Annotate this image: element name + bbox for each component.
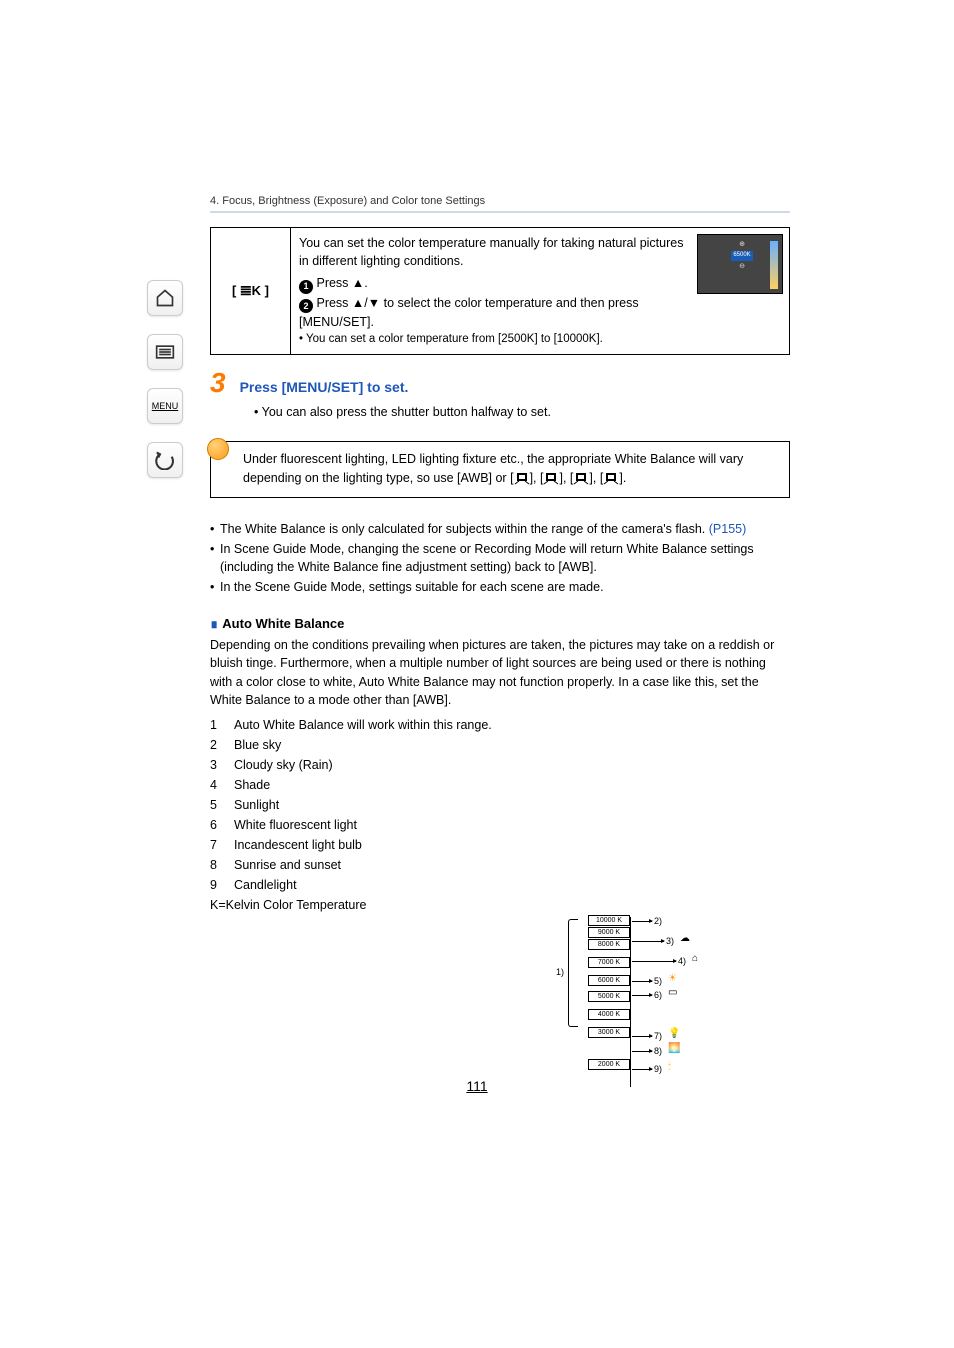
- sunrise-icon: 🌅: [668, 1043, 680, 1054]
- list-item: 6White fluorescent light: [210, 815, 790, 835]
- step-3: 3 Press [MENU/SET] to set.: [210, 369, 790, 397]
- sidebar: MENU: [145, 280, 185, 478]
- page-number[interactable]: 111: [466, 1078, 487, 1094]
- tip-lightbulb-icon: [207, 438, 229, 460]
- list-item: 9Candlelight: [210, 875, 790, 895]
- diagram-label: 2): [654, 916, 662, 926]
- list-item: 4Shade: [210, 775, 790, 795]
- list-item: 7Incandescent light bulb: [210, 835, 790, 855]
- substep-1-icon: 1: [299, 280, 313, 294]
- list-item: 1Auto White Balance will work within thi…: [210, 715, 790, 735]
- awb-legend-list: 1Auto White Balance will work within thi…: [210, 715, 790, 915]
- candle-icon: 🕯: [668, 1061, 671, 1072]
- diagram-label: 9): [654, 1064, 662, 1074]
- tick-label: 8000 K: [588, 939, 630, 950]
- list-item: In Scene Guide Mode, changing the scene …: [210, 540, 790, 576]
- shade-icon: ⌂: [692, 953, 698, 964]
- sun-icon: ☀: [668, 973, 677, 984]
- awb-heading: ∎Auto White Balance: [210, 616, 790, 632]
- table-row: [ 𝌆K ] ⊕ 6500K ⊖ You can set the color t…: [211, 228, 790, 355]
- wb-preset-icon: [543, 472, 559, 486]
- substep-2-icon: 2: [299, 299, 313, 313]
- bulb-icon: 💡: [668, 1028, 680, 1039]
- tick-label: 3000 K: [588, 1027, 630, 1038]
- step-number: 3: [210, 369, 226, 397]
- diagram-label-1: 1): [556, 967, 564, 977]
- list-item: 8Sunrise and sunset: [210, 855, 790, 875]
- tick-label: 10000 K: [588, 915, 630, 926]
- cloud-icon: ☁: [680, 933, 690, 944]
- tick-label: 6000 K: [588, 975, 630, 986]
- diagram-label: 5): [654, 976, 662, 986]
- diagram-label: 6): [654, 990, 662, 1000]
- back-button[interactable]: [147, 442, 183, 478]
- diagram-label: 4): [678, 956, 686, 966]
- home-icon: [155, 288, 175, 308]
- preview-controls: ⊕ 6500K ⊖: [726, 241, 758, 271]
- list-item: 2Blue sky: [210, 735, 790, 755]
- tick-label: 2000 K: [588, 1059, 630, 1070]
- fluorescent-icon: ▭: [668, 987, 677, 998]
- wb-preset-icon: [573, 472, 589, 486]
- list-item: The White Balance is only calculated for…: [210, 520, 790, 538]
- menu-label: MENU: [152, 401, 179, 411]
- awb-paragraph: Depending on the conditions prevailing w…: [210, 636, 790, 709]
- desc-intro: You can set the color temperature manual…: [299, 234, 689, 270]
- substep-2-text: Press ▲/▼ to select the color temperatur…: [299, 296, 639, 330]
- diagram-label: 3): [666, 936, 674, 946]
- notes-list: The White Balance is only calculated for…: [210, 520, 790, 597]
- tick-label: 4000 K: [588, 1009, 630, 1020]
- back-arrow-icon: [155, 450, 175, 470]
- mode-description-cell: ⊕ 6500K ⊖ You can set the color temperat…: [291, 228, 790, 355]
- mode-icon-cell: [ 𝌆K ]: [211, 228, 291, 355]
- tick-label: 5000 K: [588, 991, 630, 1002]
- wb-preset-icon: [514, 472, 530, 486]
- step-sub-note: • You can also press the shutter button …: [254, 405, 790, 419]
- breadcrumb: 4. Focus, Brightness (Exposure) and Colo…: [210, 195, 790, 213]
- wb-preset-icon: [603, 472, 619, 486]
- kelvin-diagram: 1) 10000 K 9000 K 8000 K 7000 K 6000 K 5…: [584, 911, 734, 1101]
- list-item: 3Cloudy sky (Rain): [210, 755, 790, 775]
- tick-label: 7000 K: [588, 957, 630, 968]
- list-item: 5Sunlight: [210, 795, 790, 815]
- substep-1-text: Press ▲.: [316, 276, 367, 290]
- menu-button[interactable]: MENU: [147, 388, 183, 424]
- home-button[interactable]: [147, 280, 183, 316]
- color-temp-table: [ 𝌆K ] ⊕ 6500K ⊖ You can set the color t…: [210, 227, 790, 355]
- kelvin-mode-icon: [ 𝌆K ]: [232, 283, 269, 298]
- diagram-label: 7): [654, 1031, 662, 1041]
- list-item: In the Scene Guide Mode, settings suitab…: [210, 578, 790, 596]
- page-link-p155[interactable]: (P155): [709, 522, 747, 536]
- page-content: 4. Focus, Brightness (Exposure) and Colo…: [210, 195, 790, 915]
- step-title: Press [MENU/SET] to set.: [240, 373, 409, 395]
- toc-button[interactable]: [147, 334, 183, 370]
- tip-text: Under fluorescent lighting, LED lighting…: [243, 450, 779, 489]
- tick-label: 9000 K: [588, 927, 630, 938]
- list-icon: [155, 344, 175, 360]
- color-scale-bar: [770, 241, 778, 289]
- diagram-label: 8): [654, 1046, 662, 1056]
- color-temp-preview: ⊕ 6500K ⊖: [697, 234, 783, 294]
- preview-value: 6500K: [731, 251, 752, 260]
- temp-range-note: • You can set a color temperature from […: [299, 331, 689, 348]
- tip-box: Under fluorescent lighting, LED lighting…: [210, 441, 790, 498]
